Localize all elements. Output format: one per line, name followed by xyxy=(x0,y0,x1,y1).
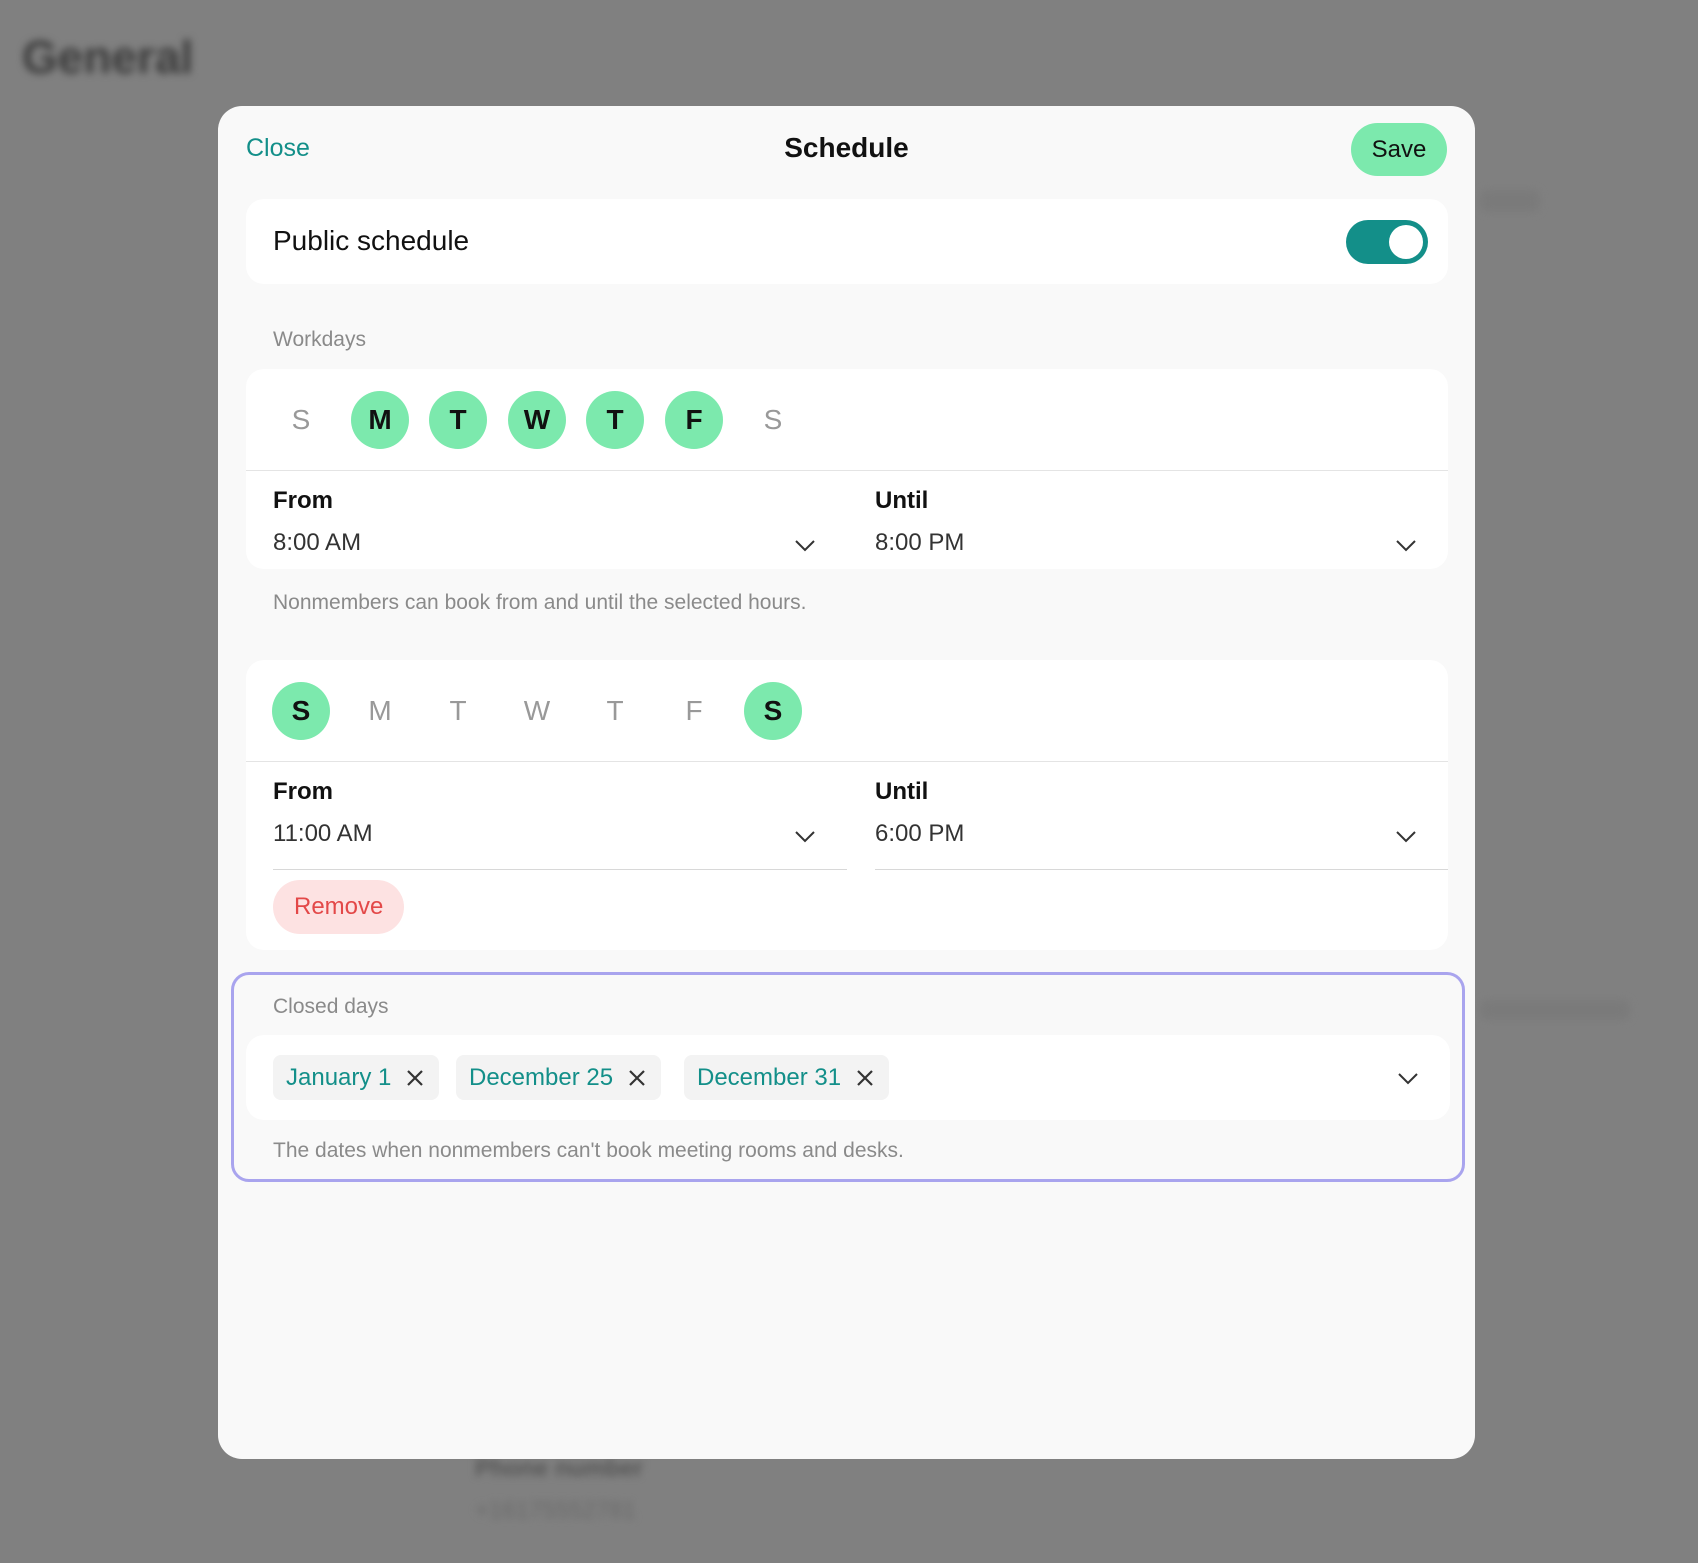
background-row xyxy=(1480,190,1540,212)
save-button[interactable]: Save xyxy=(1351,123,1447,176)
close-icon[interactable] xyxy=(405,1068,425,1088)
from-label: From xyxy=(273,487,333,514)
workdays-from: From 8:00 AM xyxy=(273,487,847,569)
closed-days-section: Closed days January 1 December 25 Decemb… xyxy=(231,972,1465,1182)
day-toggle-saturday[interactable]: S xyxy=(744,391,802,449)
day-toggle-thursday[interactable]: T xyxy=(586,391,644,449)
weekend-until-select[interactable]: 6:00 PM xyxy=(875,820,1448,870)
workdays-until-select[interactable]: 8:00 PM xyxy=(875,529,1448,569)
day-toggle-monday[interactable]: M xyxy=(351,682,409,740)
closed-day-tag-label: January 1 xyxy=(286,1063,392,1091)
divider xyxy=(246,761,1448,762)
background-row xyxy=(1480,1000,1630,1020)
day-toggle-saturday[interactable]: S xyxy=(744,682,802,740)
closed-days-helper-text: The dates when nonmembers can't book mee… xyxy=(273,1139,904,1162)
divider xyxy=(246,470,1448,471)
day-toggle-wednesday[interactable]: W xyxy=(508,391,566,449)
weekend-card: S M T W T F S From 11:00 AM Until 6:00 P… xyxy=(246,660,1448,950)
closed-day-tag: December 31 xyxy=(684,1055,890,1100)
day-toggle-sunday[interactable]: S xyxy=(272,391,330,449)
chevron-down-icon xyxy=(1396,540,1416,552)
close-icon[interactable] xyxy=(855,1068,875,1088)
chevron-down-icon xyxy=(795,540,815,552)
day-toggle-friday[interactable]: F xyxy=(665,391,723,449)
day-toggle-thursday[interactable]: T xyxy=(586,682,644,740)
until-label: Until xyxy=(875,778,929,805)
weekend-from: From 11:00 AM xyxy=(273,778,847,870)
background-field-value: +16175552781 xyxy=(475,1497,636,1524)
chevron-down-icon xyxy=(795,831,815,843)
workdays-until: Until 8:00 PM xyxy=(875,487,1448,569)
background-page-title: General xyxy=(22,31,194,83)
schedule-modal: Close Schedule Save Public schedule Work… xyxy=(218,106,1475,1459)
workdays-section-label: Workdays xyxy=(273,328,366,351)
weekend-from-select[interactable]: 11:00 AM xyxy=(273,820,847,870)
day-toggle-monday[interactable]: M xyxy=(351,391,409,449)
closed-day-tag: December 25 xyxy=(456,1055,662,1100)
public-schedule-card: Public schedule xyxy=(246,199,1448,284)
close-icon[interactable] xyxy=(627,1068,647,1088)
workdays-card: S M T W T F S From 8:00 AM Until 8:00 PM xyxy=(246,369,1448,569)
closed-day-tag-label: December 31 xyxy=(697,1063,842,1091)
until-label: Until xyxy=(875,487,929,514)
chevron-down-icon xyxy=(1396,831,1416,843)
chevron-down-icon[interactable] xyxy=(1396,1066,1420,1090)
closed-days-section-label: Closed days xyxy=(273,995,389,1018)
workdays-helper-text: Nonmembers can book from and until the s… xyxy=(273,591,807,614)
modal-title: Schedule xyxy=(784,132,909,163)
modal-header: Close Schedule Save xyxy=(218,106,1475,192)
closed-days-select[interactable]: January 1 December 25 December 31 xyxy=(246,1035,1450,1120)
toggle-knob xyxy=(1389,225,1423,259)
public-schedule-toggle[interactable] xyxy=(1346,220,1428,264)
closed-day-tag: January 1 xyxy=(273,1055,440,1100)
from-value: 8:00 AM xyxy=(273,529,362,556)
from-label: From xyxy=(273,778,333,805)
until-value: 8:00 PM xyxy=(875,529,965,556)
public-schedule-label: Public schedule xyxy=(273,225,470,256)
from-value: 11:00 AM xyxy=(273,820,373,847)
closed-day-tag-label: December 25 xyxy=(469,1063,614,1091)
workdays-from-select[interactable]: 8:00 AM xyxy=(273,529,847,569)
day-toggle-friday[interactable]: F xyxy=(665,682,723,740)
day-toggle-wednesday[interactable]: W xyxy=(508,682,566,740)
remove-schedule-button[interactable]: Remove xyxy=(273,880,405,934)
day-toggle-tuesday[interactable]: T xyxy=(429,391,487,449)
day-toggle-tuesday[interactable]: T xyxy=(429,682,487,740)
until-value: 6:00 PM xyxy=(875,820,965,847)
day-toggle-sunday[interactable]: S xyxy=(272,682,330,740)
background-field-label: Phone number xyxy=(475,1455,644,1482)
weekend-until: Until 6:00 PM xyxy=(875,778,1448,870)
